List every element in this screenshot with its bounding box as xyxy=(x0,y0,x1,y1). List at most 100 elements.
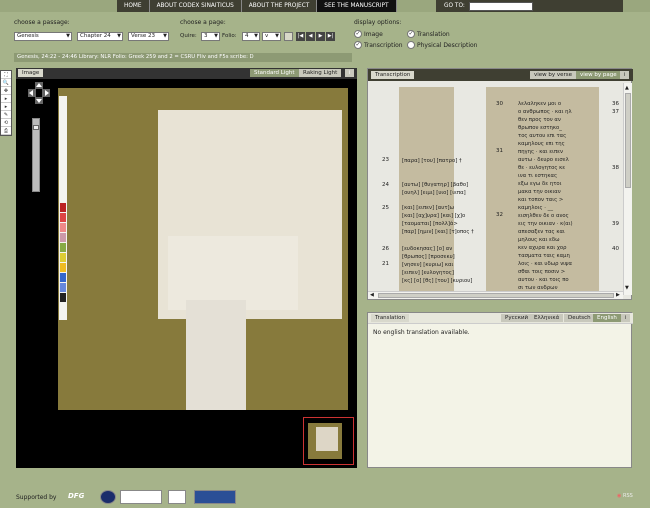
print-icon[interactable]: ⎙ xyxy=(1,127,11,135)
parchment-fragment xyxy=(186,300,246,410)
transcription-line: κεν αχυρα και χορ xyxy=(518,245,567,251)
footer: Supported by DFG ◉ RSS xyxy=(0,486,650,508)
edit-icon[interactable]: ✎ xyxy=(1,111,11,119)
chapter-select[interactable]: Chapter 24 ▼ xyxy=(77,32,123,41)
book-select[interactable]: Genesis ▼ xyxy=(14,32,72,41)
lang-russian[interactable]: Русский xyxy=(501,314,533,322)
option-image[interactable]: ✓ Image xyxy=(354,30,383,38)
rotate-icon[interactable]: ▸ xyxy=(1,95,11,103)
option-transcription[interactable]: ✓ Transcription xyxy=(354,41,403,49)
color-swatch xyxy=(60,243,66,252)
lang-english[interactable]: English xyxy=(593,314,621,322)
nav-about-project[interactable]: ABOUT THE PROJECT xyxy=(242,0,318,12)
transcription-line: μακα την οικιαν xyxy=(518,189,561,195)
scroll-up-icon[interactable]: ▲ xyxy=(625,85,629,91)
check-icon: ✓ xyxy=(354,41,362,49)
choose-passage-label: choose a passage: xyxy=(14,19,70,26)
next-page-icon[interactable]: ▶ xyxy=(316,32,325,41)
folio-label: Folio: xyxy=(222,33,237,39)
transcription-line: λοις · και υδωρ νιψα xyxy=(518,261,572,267)
lang-german[interactable]: Deutsch xyxy=(564,314,595,322)
transcription-line: θε · ευλογητος κε xyxy=(518,165,566,171)
pan-control[interactable] xyxy=(28,82,50,104)
verse-value: Verse 23 xyxy=(131,33,155,39)
verse-select[interactable]: Verse 23 ▼ xyxy=(128,32,169,41)
thumbnail-parchment xyxy=(316,427,338,451)
verse-number: 23 xyxy=(382,157,389,163)
scroll-down-icon[interactable]: ▼ xyxy=(625,285,629,291)
tab-raking-light[interactable]: Raking Light xyxy=(299,69,342,77)
line-number: 36 xyxy=(612,101,619,107)
scroll-thumb[interactable] xyxy=(378,293,614,298)
ahrc-logo[interactable] xyxy=(120,490,162,504)
vertical-scrollbar[interactable]: ▲ ▼ xyxy=(623,83,632,295)
partner-logo[interactable] xyxy=(168,490,186,504)
folio-select[interactable]: 4 ▼ xyxy=(242,32,260,41)
first-page-icon[interactable]: |◀ xyxy=(296,32,305,41)
fullscreen-icon[interactable]: ⛶ xyxy=(1,71,11,79)
nav-see-manuscript[interactable]: SEE THE MANUSCRIPT xyxy=(317,0,397,12)
info-icon[interactable]: i xyxy=(345,69,354,77)
scroll-right-icon[interactable]: ▶ xyxy=(616,292,620,298)
goto-select[interactable]: (BOOK) ▼ xyxy=(468,1,533,11)
color-swatch xyxy=(60,223,66,232)
transcription-line: [ευδοκησας] [ο] αν xyxy=(402,246,453,252)
zoom-slider-handle[interactable] xyxy=(33,125,39,130)
prev-page-icon[interactable]: ◀ xyxy=(306,32,315,41)
reset-icon[interactable]: ⟲ xyxy=(1,119,11,127)
chevron-down-icon: ▼ xyxy=(254,33,258,39)
chevron-down-icon: ▼ xyxy=(163,33,167,39)
scroll-left-icon[interactable]: ◀ xyxy=(370,292,374,298)
transcription-line: λελαληκεν μοι ο xyxy=(518,101,562,107)
transcription-panel: Transcription view by verse view by page… xyxy=(367,68,633,300)
verse-number: 31 xyxy=(496,148,503,154)
image-panel-header: Image Standard Light Raking Light i xyxy=(16,68,357,79)
check-icon: ✓ xyxy=(407,30,415,38)
transcription-title: Transcription xyxy=(371,71,415,79)
lang-greek[interactable]: Ελληνικά xyxy=(530,314,564,322)
passage-info: Genesis, 24:22 - 24:46 Library: NLR Foli… xyxy=(14,53,352,62)
transcription-line: εισηλθεν δε ο ανος xyxy=(518,213,569,219)
eu-logo[interactable] xyxy=(100,490,116,504)
transcription-line: θρωπον εστηκο_ xyxy=(518,125,562,131)
partner-logo[interactable] xyxy=(194,490,236,504)
pan-icon[interactable]: ✥ xyxy=(1,87,11,95)
transcription-header: Transcription view by verse view by page… xyxy=(368,69,633,81)
info-icon[interactable]: i xyxy=(620,71,629,79)
quire-select[interactable]: 3 ▼ xyxy=(201,32,220,41)
tab-view-by-page[interactable]: view by page xyxy=(576,71,621,79)
transcription-line: καμηλους επι της xyxy=(518,141,565,147)
verse-number: 24 xyxy=(382,182,389,188)
goto-label: GO TO: xyxy=(444,3,465,9)
tab-standard-light[interactable]: Standard Light xyxy=(250,69,299,77)
nav-home[interactable]: HOME xyxy=(117,0,150,12)
option-physical[interactable]: Physical Description xyxy=(407,41,478,49)
go-button[interactable] xyxy=(284,32,293,41)
dfg-logo[interactable]: DFG xyxy=(68,492,84,500)
last-page-icon[interactable]: ▶| xyxy=(326,32,335,41)
transcription-line: [θρωπος] [προσεκυ] xyxy=(402,254,455,260)
parchment-fragment xyxy=(168,236,298,310)
transcription-line: και τοπον ταις > xyxy=(518,197,564,203)
tab-view-by-verse[interactable]: view by verse xyxy=(530,71,577,79)
measure-icon[interactable]: ▸ xyxy=(1,103,11,111)
transcription-line: [αυτω] [θυγατηρ] [βαθο] xyxy=(402,182,469,188)
side-select[interactable]: v ▼ xyxy=(262,32,281,41)
zoom-slider[interactable] xyxy=(32,118,40,192)
book-value: Genesis xyxy=(17,33,39,39)
info-icon[interactable]: i xyxy=(621,314,630,322)
zoom-icon[interactable]: 🔍 xyxy=(1,79,11,87)
verse-number: 26 xyxy=(382,246,389,252)
nav-about-codex[interactable]: ABOUT CODEX SINAITICUS xyxy=(150,0,242,12)
rss-link[interactable]: ◉ RSS xyxy=(617,493,633,499)
supported-by-label: Supported by xyxy=(16,494,57,501)
verse-number: 25 xyxy=(382,205,389,211)
horizontal-scrollbar[interactable]: ◀ ▶ xyxy=(368,291,623,299)
scroll-thumb[interactable] xyxy=(625,93,631,188)
transcription-line: απεσαξεν τας και xyxy=(518,229,565,235)
verse-number: 21 xyxy=(382,261,389,267)
option-translation[interactable]: ✓ Translation xyxy=(407,30,450,38)
chapter-value: Chapter 24 xyxy=(80,33,111,39)
transcription-line: [νησεν] [κυριω] και xyxy=(402,262,454,268)
transcription-line: εξω εγω δε ητοι xyxy=(518,181,562,187)
